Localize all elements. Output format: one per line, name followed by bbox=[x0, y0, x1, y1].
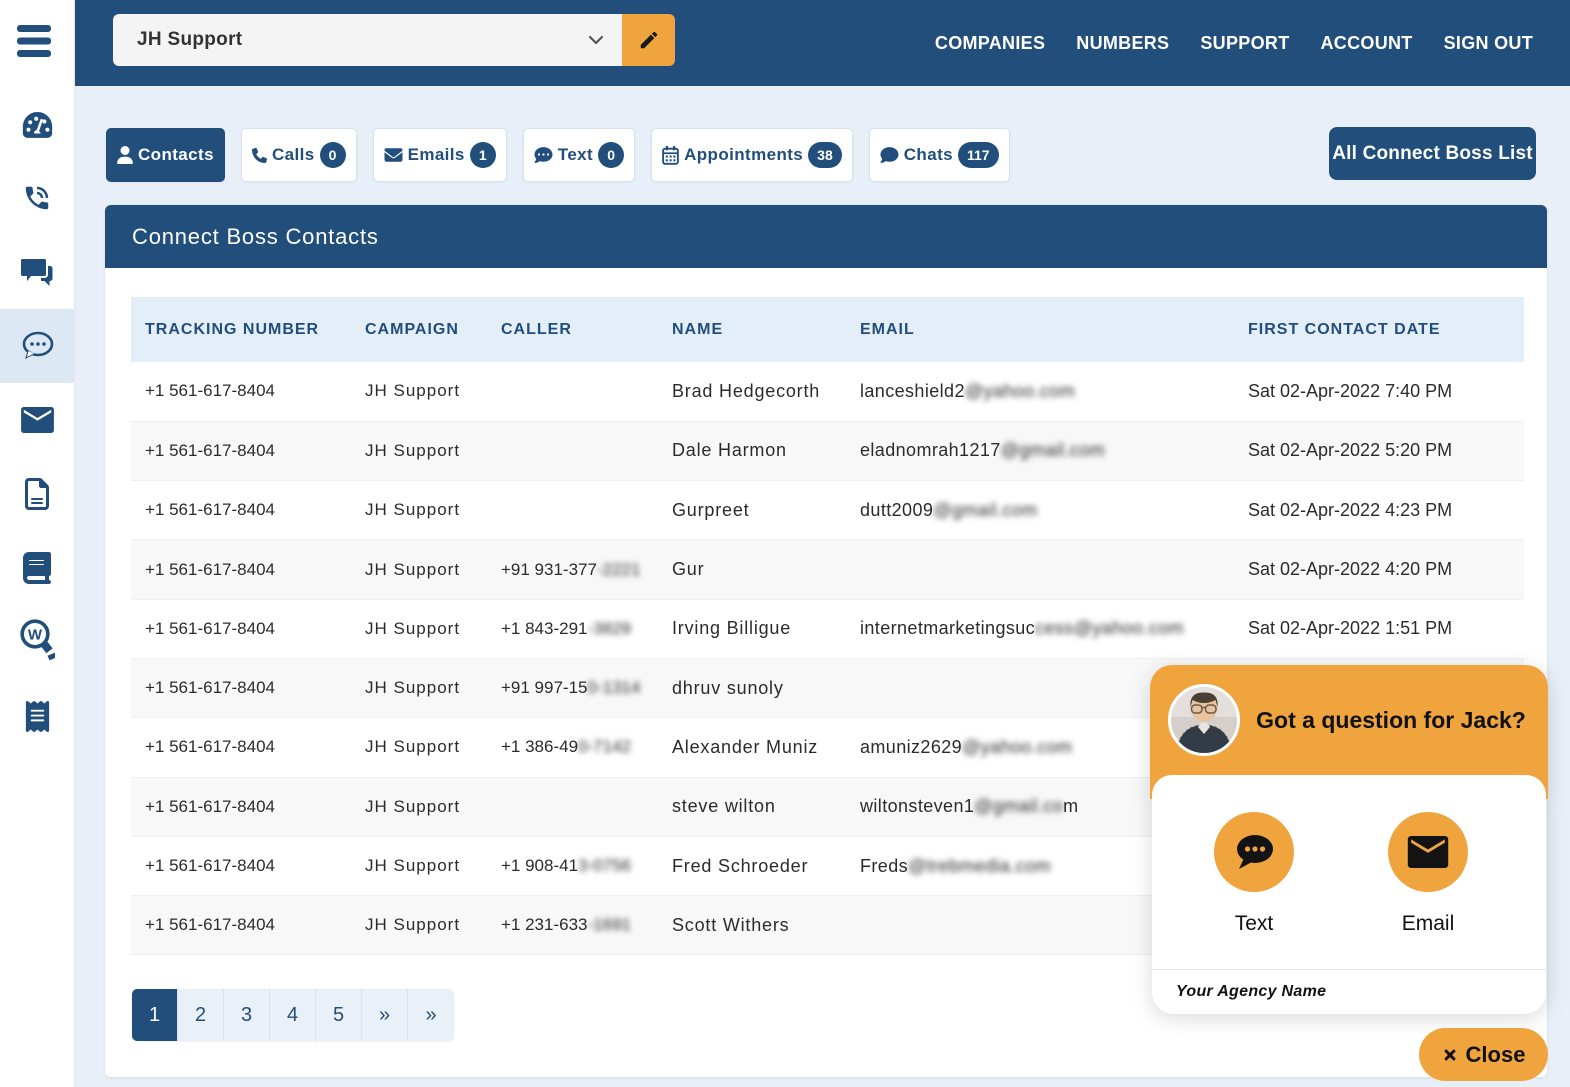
svg-text:W: W bbox=[27, 627, 42, 644]
